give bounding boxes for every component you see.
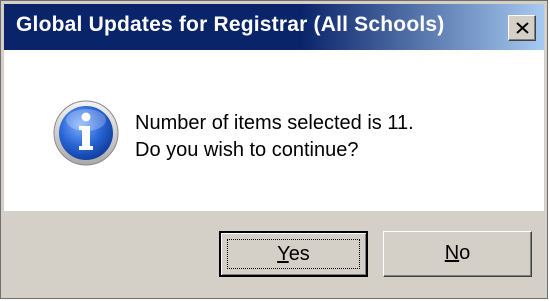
message-text: Number of items selected is 11. Do you w… [135,110,414,164]
title-bar[interactable]: Global Updates for Registrar (All School… [4,4,544,50]
no-button-label: No [444,242,471,264]
close-button[interactable] [508,15,536,41]
information-icon [53,100,119,166]
yes-button-label: Yes [277,243,310,265]
message-line-1: Number of items selected is 11. [135,112,414,134]
dialog-title: Global Updates for Registrar (All School… [16,13,445,36]
yes-button[interactable]: Yes [219,231,368,277]
close-icon [516,22,529,34]
dialog-window: Global Updates for Registrar (All School… [0,0,548,299]
button-bar: Yes No [4,211,544,297]
no-button[interactable]: No [383,231,532,277]
message-area: Number of items selected is 11. Do you w… [4,50,544,211]
message-line-2: Do you wish to continue? [135,139,359,161]
